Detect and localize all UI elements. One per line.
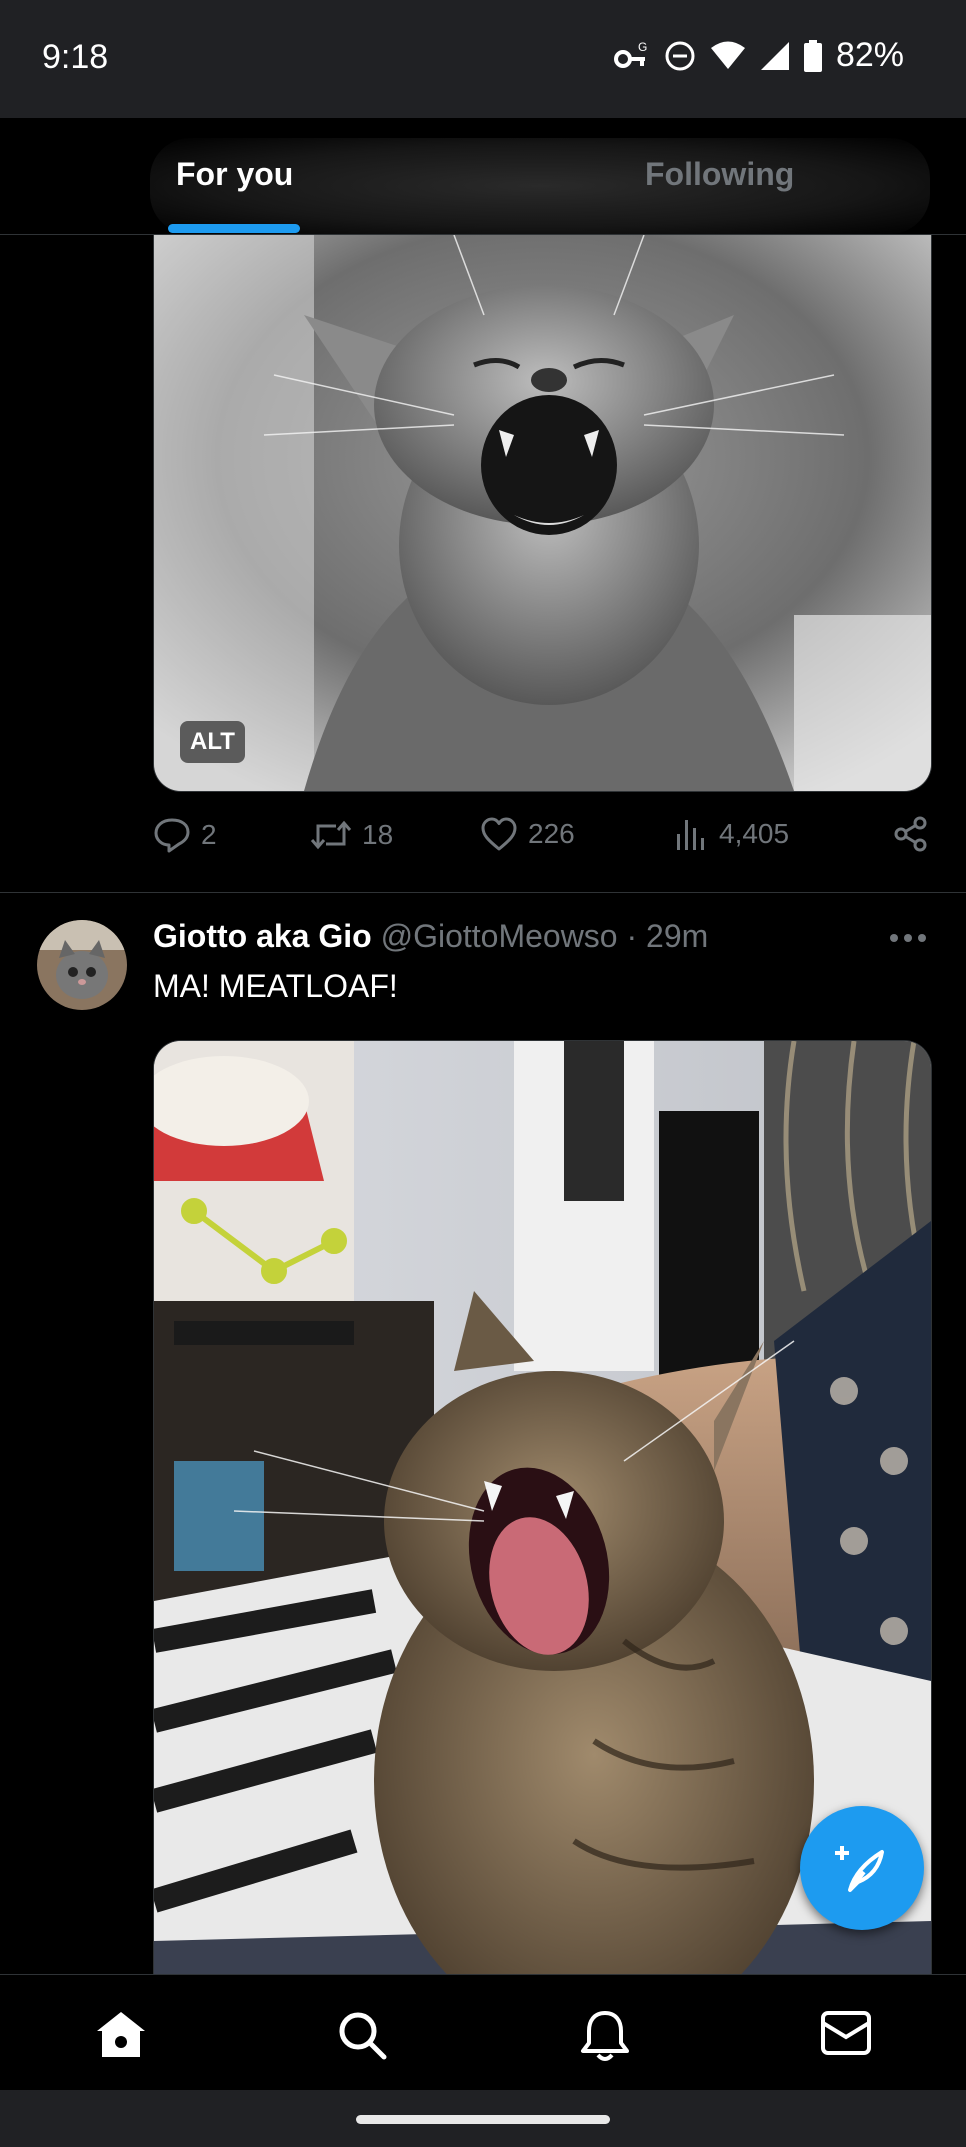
views-icon bbox=[677, 820, 704, 850]
more-options-icon[interactable] bbox=[888, 930, 928, 946]
author-name[interactable]: Giotto aka Gio bbox=[153, 918, 372, 954]
view-count: 4,405 bbox=[719, 818, 790, 849]
header-separator: · bbox=[626, 918, 638, 954]
post-actions: 2 18 226 4,405 bbox=[153, 816, 930, 872]
reply-count: 2 bbox=[201, 819, 217, 850]
post-media-image[interactable]: ALT bbox=[153, 235, 932, 792]
share-button[interactable] bbox=[893, 816, 929, 852]
repost-button[interactable]: 18 bbox=[310, 816, 393, 854]
home-icon[interactable] bbox=[94, 2009, 148, 2059]
repost-icon bbox=[310, 820, 352, 850]
like-button[interactable]: 226 bbox=[480, 816, 575, 852]
like-count: 226 bbox=[528, 818, 575, 849]
vpn-key-icon: G bbox=[613, 40, 647, 68]
svg-text:G: G bbox=[638, 40, 647, 54]
signal-icon bbox=[760, 41, 789, 70]
reply-button[interactable]: 2 bbox=[153, 816, 217, 854]
compose-post-icon bbox=[835, 1846, 884, 1892]
share-icon bbox=[894, 816, 927, 852]
search-icon[interactable] bbox=[336, 2009, 388, 2061]
post-timestamp[interactable]: 29m bbox=[646, 918, 708, 954]
reply-icon bbox=[154, 818, 190, 853]
battery-level: 82% bbox=[835, 36, 904, 74]
post-text: MA! MEATLOAF! bbox=[153, 968, 398, 1004]
kitten-avatar-icon bbox=[37, 920, 127, 1010]
messages-icon[interactable] bbox=[820, 2009, 872, 2057]
tab-following[interactable]: Following bbox=[645, 156, 794, 193]
notifications-icon[interactable] bbox=[580, 2009, 630, 2063]
bottom-navigation bbox=[0, 1974, 966, 2091]
wifi-icon bbox=[710, 41, 745, 69]
heart-icon bbox=[481, 817, 517, 851]
tab-for-you[interactable]: For you bbox=[176, 156, 293, 193]
status-bar: 9:18 G 82% bbox=[0, 0, 966, 118]
yawning-kitten-bw-photo bbox=[154, 235, 931, 791]
active-tab-indicator bbox=[168, 224, 300, 233]
views-button[interactable]: 4,405 bbox=[673, 816, 789, 852]
author-handle[interactable]: @GiottoMeowso bbox=[381, 918, 618, 954]
battery-icon bbox=[803, 39, 822, 72]
post-header: Giotto aka Gio @GiottoMeowso · 29m bbox=[153, 918, 708, 955]
timeline-tabs: For you Following bbox=[0, 118, 966, 235]
repost-count: 18 bbox=[362, 819, 394, 850]
status-time: 9:18 bbox=[42, 38, 109, 76]
do-not-disturb-icon bbox=[665, 41, 695, 70]
avatar[interactable] bbox=[37, 920, 127, 1010]
post-divider bbox=[0, 892, 966, 893]
alt-text-badge[interactable]: ALT bbox=[180, 721, 245, 763]
gesture-handle[interactable] bbox=[356, 2115, 610, 2124]
compose-post-button[interactable] bbox=[800, 1806, 924, 1930]
status-icons: G 82% bbox=[613, 36, 904, 75]
